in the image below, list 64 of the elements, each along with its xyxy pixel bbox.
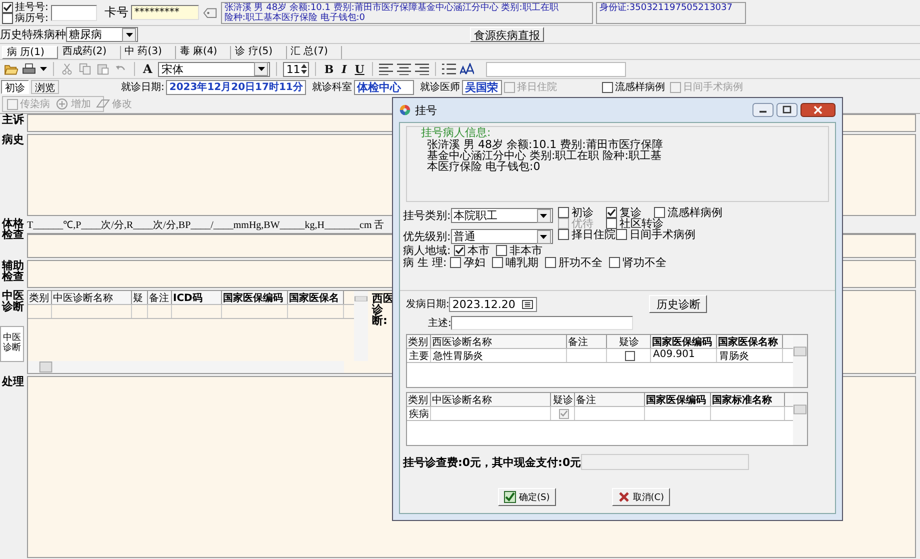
special-disease-label: 历史特殊病种 [0, 27, 66, 42]
checkbox-label: 肾功不全 [622, 254, 667, 270]
column-header: 疑 [132, 291, 148, 304]
card-label: 卡号 [104, 4, 128, 21]
checkbox-label: 传染病 [20, 98, 50, 111]
checkbox-label: 社区转诊 [620, 217, 664, 230]
department-label: 就诊科室 [312, 80, 352, 94]
column-header: 国家标准名称 [711, 393, 785, 406]
id-card-text: 身份证:350321197505213037 [599, 2, 734, 12]
column-header: 疑诊 [551, 393, 575, 406]
checkbox-label: 哺乳期 [506, 255, 539, 270]
tcm-diagnosis-label: 中医诊断 [0, 290, 25, 312]
column-header: 国家医保编码 [222, 291, 288, 304]
statement-label: 主述: [428, 316, 452, 330]
table-cell: 胃肠炎 [717, 349, 783, 362]
physiology-label: 病 生 理: [403, 256, 447, 270]
column-header: 备注 [567, 335, 607, 348]
treatment-label: 处理 [0, 376, 25, 390]
checkbox-label: 流感样病例 [668, 205, 723, 220]
checkbox-label: 孕妇 [464, 256, 486, 270]
column-header: 国家医保名称 [717, 335, 783, 348]
column-header: 中医诊断名称 [431, 393, 551, 406]
table-cell: 急性胃肠炎 [431, 349, 567, 362]
patient-info-text: 险种:职工基本医疗保险 电子钱包:0 [224, 12, 366, 22]
checkbox-label: 优待 [572, 217, 594, 230]
checkbox-label: 肝功不全 [558, 254, 603, 270]
patient-info-text: 张浒溪 男 48岁 余额:10.1 费别:莆田市医疗保障基金中心涵江分中心 类别:职工在职 [224, 2, 560, 12]
auxiliary-exam-label: 辅助检查 [0, 260, 25, 285]
column-header: 西医诊断名称 [431, 335, 567, 348]
column-header: 备注 [575, 393, 645, 406]
patient-info-text: 基金中心涵江分中心 类别:职工在职 险种:职工基 [426, 150, 662, 161]
checkbox-label: 日间手术病例 [682, 80, 743, 94]
table-cell: A09.901 [651, 349, 717, 362]
group-title: 挂号病人信息: [421, 127, 492, 139]
column-header: 类别 [407, 335, 431, 348]
table-cell: 疾病 [407, 407, 431, 420]
exam-label: 体格检查 [0, 218, 25, 243]
checkbox-label: 非本市 [510, 242, 543, 256]
checkbox-label: 流感样病例 [614, 80, 665, 94]
onset-date-label: 发病日期: [406, 298, 450, 311]
checkbox-label: 初诊 [572, 205, 594, 219]
dialog-title: 挂号 [415, 102, 437, 118]
column-header: 备注 [148, 291, 172, 304]
column-header: 国家医保名 [288, 291, 344, 304]
history-label: 病史 [0, 134, 25, 148]
checkbox-label: 择日住院 [516, 80, 557, 94]
checkbox-label: 病历号: [15, 12, 48, 24]
visit-date-label: 就诊日期: [121, 80, 164, 94]
column-header: 国家医保编码 [645, 393, 711, 406]
patient-info-text: 本医疗保险 电子钱包:0 [426, 161, 540, 172]
checkbox-label: 复诊 [620, 205, 642, 219]
column-header: 中医诊断名称 [52, 291, 132, 304]
column-header: ICD码 [172, 291, 222, 304]
complaint-label: 主诉 [1, 114, 25, 128]
column-header: 类别 [407, 393, 431, 406]
fee-text: 挂号诊查费:0元，其中现金支付:0元 [403, 454, 582, 470]
column-header: 类别 [28, 291, 52, 304]
checkbox-label: 本市 [468, 242, 490, 257]
column-header: 国家医保编码 [651, 335, 717, 348]
checkbox-label: 挂号号: [15, 2, 48, 12]
patient-info-text: 张浒溪 男 48岁 余额:10.1 费别:莆田市医疗保障 [426, 139, 664, 150]
table-cell: 主要 [407, 349, 431, 362]
region-label: 病人地域: [403, 242, 451, 257]
doctor-label: 就诊医师 [420, 80, 460, 94]
